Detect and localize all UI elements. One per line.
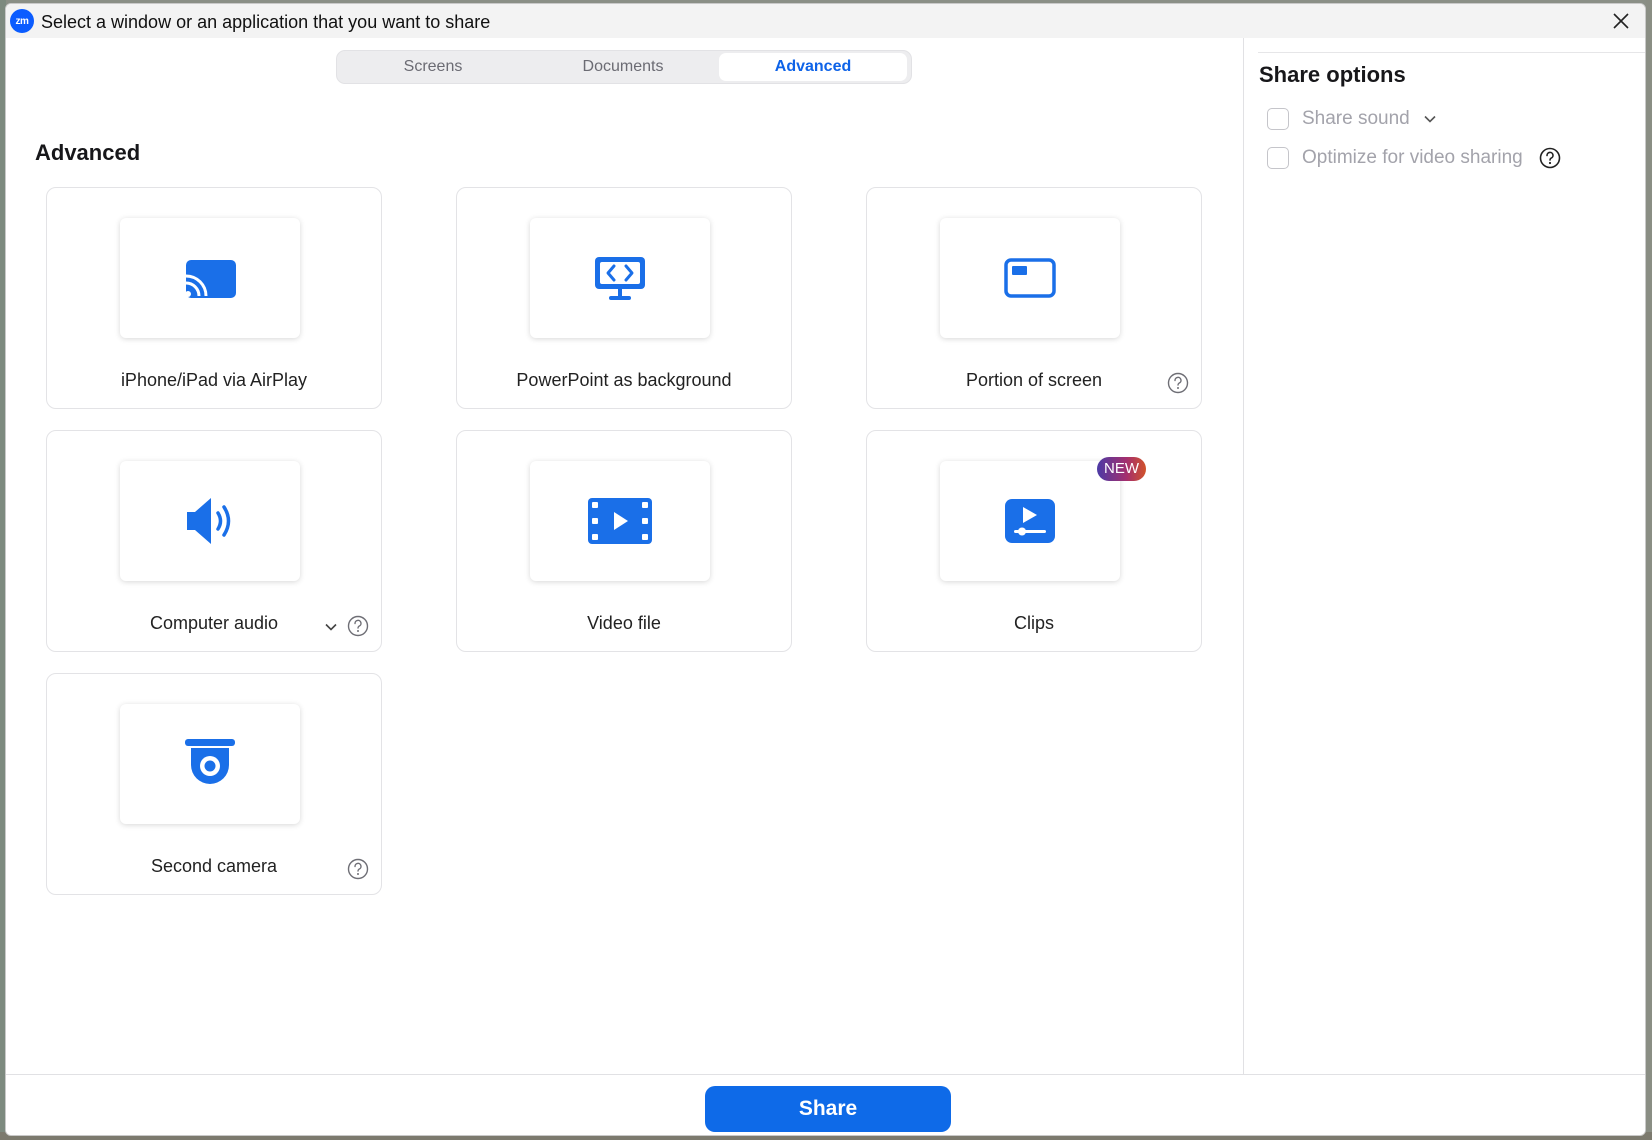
tab-screens[interactable]: Screens: [339, 53, 527, 81]
chevron-down-icon[interactable]: [1424, 112, 1438, 126]
card-thumbnail: [940, 218, 1120, 338]
zoom-logo-icon: zm: [10, 9, 34, 33]
clips-icon: [1005, 499, 1055, 543]
close-icon: [1613, 13, 1629, 29]
film-strip-icon: [588, 498, 652, 544]
help-icon[interactable]: [347, 615, 369, 637]
option-label: Optimize for video sharing: [1302, 147, 1523, 168]
camera-icon: [185, 739, 235, 784]
speaker-icon: [187, 498, 231, 544]
window-title: Select a window or an application that y…: [41, 12, 491, 32]
card-thumbnail: [120, 704, 300, 824]
card-label: Video file: [587, 613, 661, 633]
chevron-down-icon[interactable]: [323, 619, 339, 635]
divider: [1258, 52, 1645, 53]
card-label: iPhone/iPad via AirPlay: [120, 370, 308, 390]
help-icon[interactable]: [347, 858, 369, 880]
section-title: Advanced: [35, 140, 141, 165]
share-sound-checkbox[interactable]: [1267, 108, 1289, 130]
card-airplay[interactable]: iPhone/iPad via AirPlay: [46, 187, 382, 409]
tab-documents[interactable]: Documents: [529, 53, 717, 81]
help-icon[interactable]: [1167, 372, 1189, 394]
share-options-title: Share options: [1259, 62, 1406, 87]
share-options-panel: Share options Share sound Optimize for v…: [1244, 38, 1645, 1074]
card-clips[interactable]: NEW Clips: [866, 430, 1202, 652]
new-badge: NEW: [1097, 457, 1146, 481]
share-button[interactable]: Share: [705, 1086, 951, 1132]
card-thumbnail: [940, 461, 1120, 581]
tab-advanced[interactable]: Advanced: [719, 53, 907, 81]
option-optimize-video: Optimize for video sharing: [1267, 145, 1561, 171]
card-powerpoint-background[interactable]: PowerPoint as background: [456, 187, 792, 409]
card-label: Clips: [1013, 613, 1054, 633]
card-label: Second camera: [150, 856, 278, 876]
card-portion-of-screen[interactable]: Portion of screen: [866, 187, 1202, 409]
card-computer-audio[interactable]: Computer audio: [46, 430, 382, 652]
card-label: PowerPoint as background: [516, 370, 732, 390]
powerpoint-background-icon: [595, 257, 645, 300]
card-thumbnail: [530, 218, 710, 338]
share-dialog: zm Select a window or an application tha…: [5, 3, 1646, 1136]
help-icon[interactable]: [1539, 147, 1561, 169]
option-share-sound: Share sound: [1267, 106, 1438, 132]
card-thumbnail: [120, 461, 300, 581]
airplay-cast-icon: [185, 260, 236, 298]
footer-bar: Share: [6, 1074, 1645, 1135]
card-label: Portion of screen: [965, 370, 1103, 390]
share-type-tabs: Screens Documents Advanced: [336, 50, 912, 84]
card-second-camera[interactable]: Second camera: [46, 673, 382, 895]
screen-portion-icon: [1004, 258, 1056, 298]
close-button[interactable]: [1605, 6, 1637, 36]
card-thumbnail: [530, 461, 710, 581]
card-thumbnail: [120, 218, 300, 338]
title-bar: zm Select a window or an application tha…: [6, 4, 1645, 38]
option-label: Share sound: [1302, 108, 1410, 129]
optimize-video-checkbox[interactable]: [1267, 147, 1289, 169]
card-video-file[interactable]: Video file: [456, 430, 792, 652]
